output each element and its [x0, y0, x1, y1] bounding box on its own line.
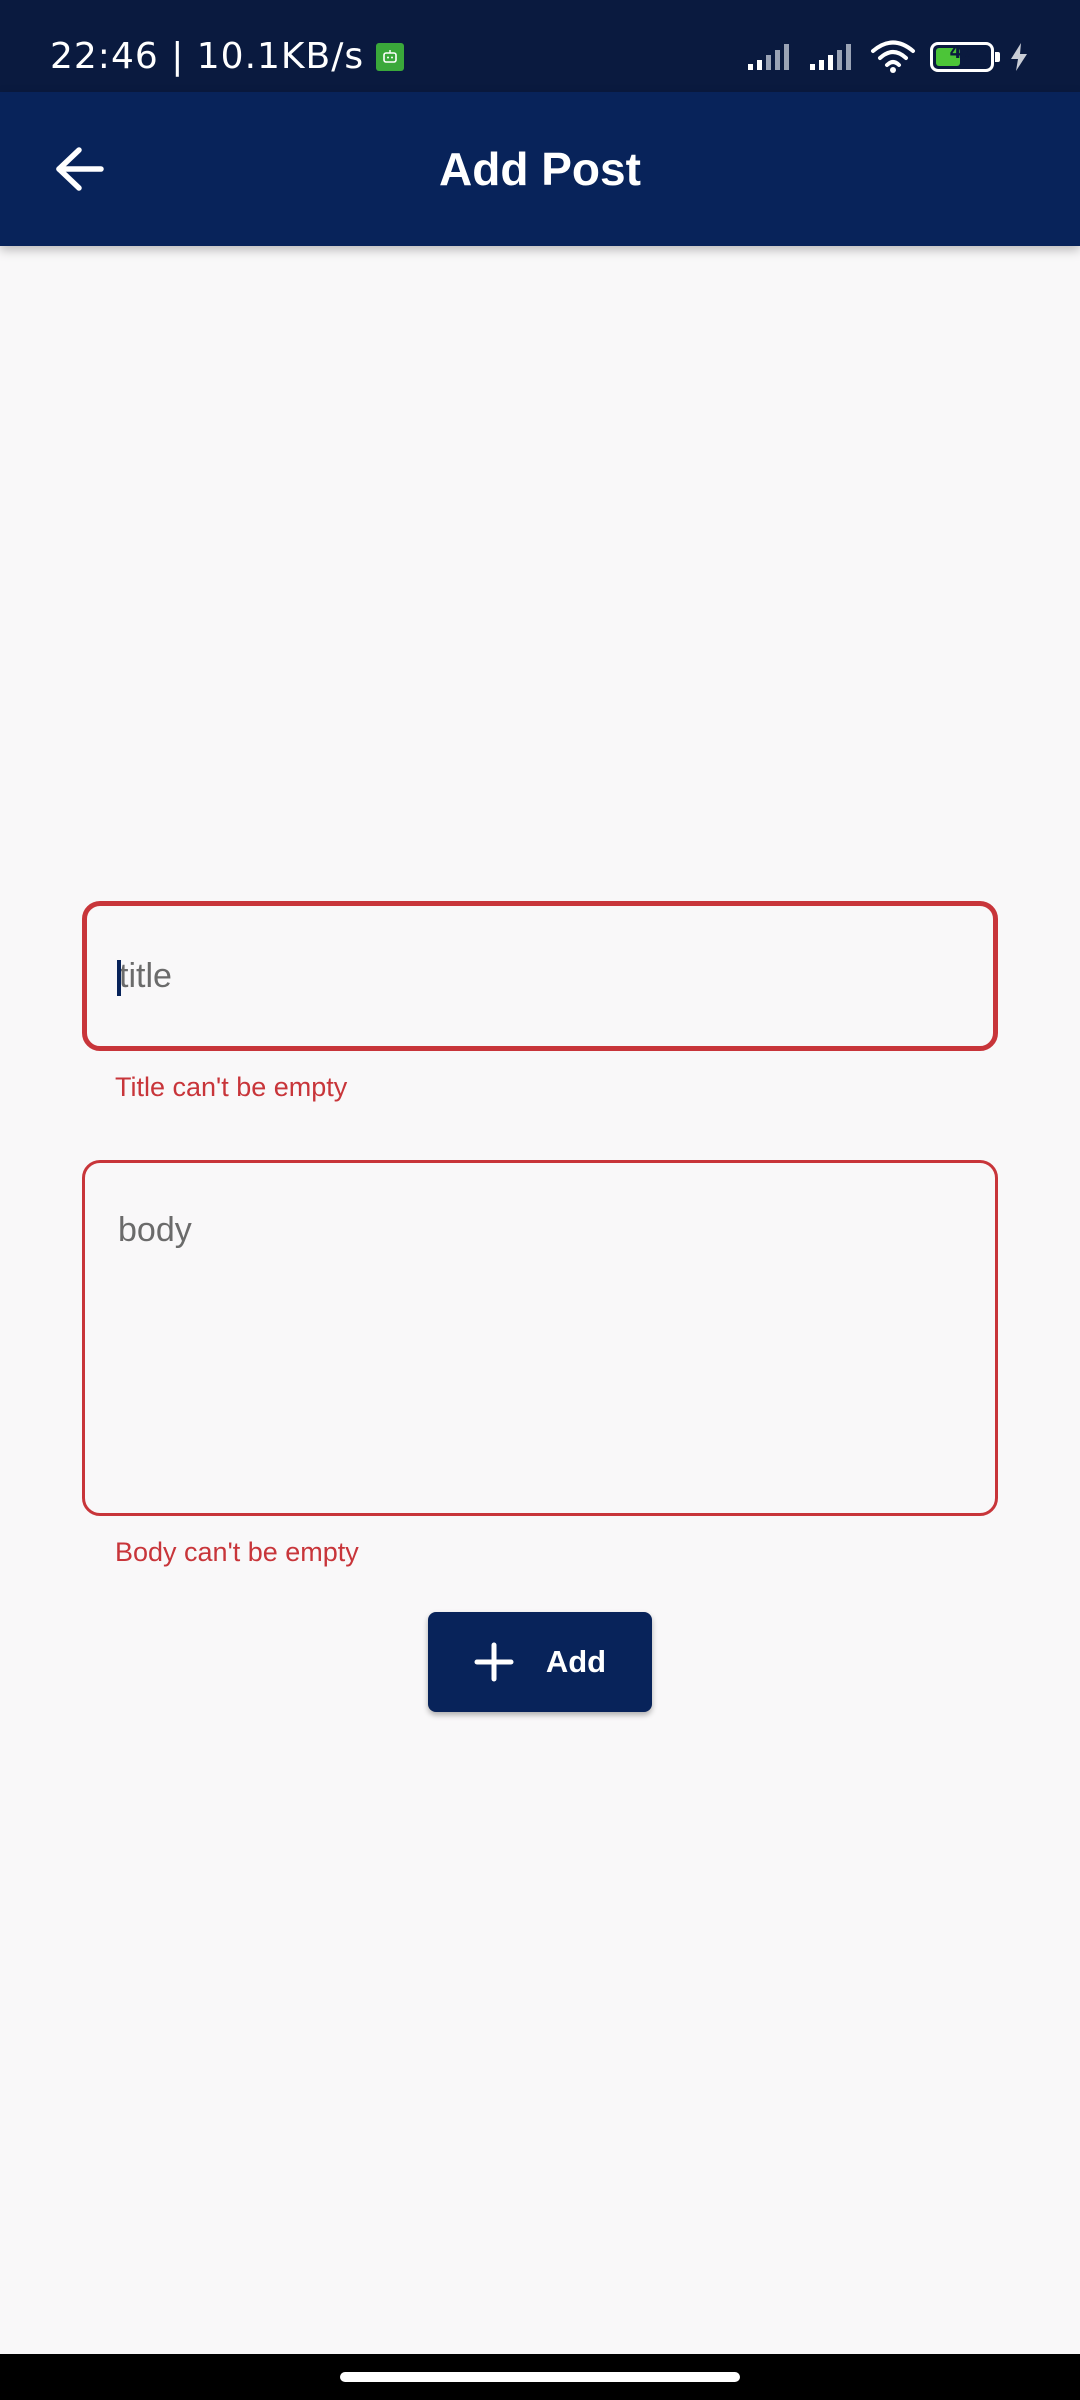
plus-icon [474, 1642, 514, 1682]
battery-icon: 47 [930, 42, 1000, 72]
status-bar: 22:46 | 10.1KB/s 47 [0, 0, 1080, 92]
status-right: 47 [746, 40, 1030, 74]
robot-icon [376, 42, 405, 71]
back-button[interactable] [40, 129, 120, 209]
signal-icon [748, 44, 789, 70]
title-placeholder-wrap: title [117, 906, 172, 1046]
text-caret [117, 960, 121, 996]
wifi-icon [871, 40, 915, 73]
signal-icon [810, 44, 851, 70]
title-error-text: Title can't be empty [115, 1072, 348, 1102]
status-left: 22:46 | 10.1KB/s [50, 36, 405, 77]
home-indicator[interactable] [340, 2372, 740, 2382]
battery-level: 47 [949, 42, 975, 63]
charging-icon [1011, 43, 1027, 71]
title-placeholder: title [119, 956, 172, 995]
navigation-bar [0, 2354, 1080, 2400]
body-input[interactable]: body [82, 1160, 998, 1516]
add-button[interactable]: Add [428, 1612, 652, 1712]
add-button-label: Add [545, 1644, 607, 1679]
status-time-speed: 22:46 | 10.1KB/s [50, 36, 365, 77]
body-placeholder: body [118, 1211, 192, 1249]
body-error-text: Body can't be empty [115, 1537, 359, 1567]
title-input[interactable]: title [82, 901, 998, 1051]
arrow-left-icon [56, 147, 104, 191]
page-title: Add Post [439, 143, 641, 195]
app-bar: Add Post [0, 92, 1080, 246]
